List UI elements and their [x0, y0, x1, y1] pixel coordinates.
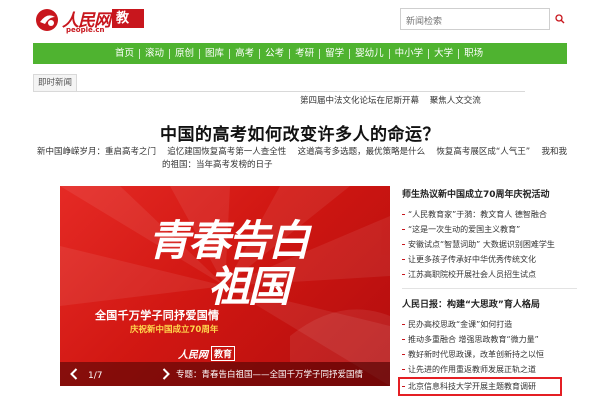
sidebar-divider — [402, 288, 577, 289]
news-ticker: 第四届中法文化论坛在尼斯开幕 聚焦人文交流 — [300, 93, 525, 109]
hero-banner[interactable]: 青春告白 祖国 全国千万学子同抒爱国情 庆祝新中国成立70周年 人民网 教育 1… — [60, 186, 390, 386]
search-icon — [555, 14, 565, 24]
related-link[interactable]: 这道高考多选题，最优策略是什么 — [298, 146, 426, 159]
list-item[interactable]: 江苏高职院校开展社会人员招生试点 — [402, 267, 577, 282]
banner-caption[interactable]: 专题：青春告白祖国——全国千万学子同抒爱国情 — [176, 368, 363, 380]
list-item[interactable]: 教好新时代思政课，改革创新持之以恒 — [402, 347, 577, 362]
nav-item-k12[interactable]: 中小学 — [390, 43, 429, 64]
chevron-right-icon — [162, 368, 170, 380]
nav-item-civil-exam[interactable]: 公考 — [260, 43, 289, 64]
related-link[interactable]: 的祖国：当年高考发榜的日子 — [162, 160, 273, 170]
sidebar-section-title[interactable]: 师生热议新中国成立70周年庆祝活动 — [402, 188, 577, 202]
related-links: 新中国峥嵘岁月：重启高考之门 追忆建国恢复高考第一人查全性 这道高考多选题，最优… — [37, 146, 567, 172]
main-headline[interactable]: 中国的高考如何改变许多人的命运？ — [0, 120, 600, 145]
nav-item-rolling[interactable]: 滚动 — [140, 43, 169, 64]
banner-logo: 人民网 教育 — [178, 346, 236, 361]
related-link[interactable]: 恢复高考展区成“人气王” — [436, 146, 530, 159]
ticker-label: 即时新闻 — [33, 74, 77, 92]
ticker-item[interactable]: 第四届中法文化论坛在尼斯开幕 — [300, 96, 427, 106]
site-logo[interactable]: 人民网 people.cn 教育 — [34, 6, 144, 45]
nav-item-university[interactable]: 大学 — [429, 43, 458, 64]
nav-item-home[interactable]: 首页 — [110, 43, 139, 64]
related-link[interactable]: 新中国峥嵘岁月：重启高考之门 — [37, 146, 156, 159]
ticker-divider — [33, 91, 525, 92]
carousel-total: 7 — [96, 371, 103, 381]
banner-logo-text: 人民网 — [178, 350, 208, 361]
nav-item-gaokao[interactable]: 高考 — [230, 43, 259, 64]
list-item[interactable]: 安徽试点“智慧词助” 大数据识别困难学生 — [402, 237, 577, 252]
list-item[interactable]: 推动多重融合 增强思政教育“微力量” — [402, 332, 577, 347]
channel-badge[interactable]: 教育 — [112, 9, 144, 45]
nav-item-study-abroad[interactable]: 留学 — [320, 43, 349, 64]
banner-title-line2: 祖国 — [208, 262, 290, 311]
list-item[interactable]: 民办高校思政“金课”如何打造 — [402, 317, 577, 332]
logo-url: people.cn — [66, 26, 105, 34]
nav-item-postgrad[interactable]: 考研 — [290, 43, 319, 64]
sidebar-list: 民办高校思政“金课”如何打造 推动多重融合 增强思政教育“微力量” 教好新时代思… — [398, 317, 577, 396]
nav-item-career[interactable]: 职场 — [459, 43, 488, 64]
banner-subtitle-secondary: 庆祝新中国成立70周年 — [130, 325, 219, 335]
sidebar-section-celebration: 师生热议新中国成立70周年庆祝活动 “人民教育家”于漪：教文育人 德智融合 “这… — [402, 188, 577, 282]
list-item[interactable]: “这是一次生动的爱国主义教育” — [402, 222, 577, 237]
banner-title: 青春告白 祖国 — [148, 216, 310, 311]
chevron-left-icon — [70, 368, 78, 380]
nav-item-gallery[interactable]: 图库 — [200, 43, 229, 64]
nav-item-original[interactable]: 原创 — [170, 43, 199, 64]
nav-item-infant[interactable]: 婴幼儿 — [350, 43, 389, 64]
main-nav: 首页 滚动 原创 图库 高考 公考 考研 留学 婴幼儿 中小学 大学 职场 — [33, 43, 567, 64]
search-input[interactable] — [401, 12, 549, 32]
list-item[interactable]: 让先进的作用重返教师发展正轨之道 — [402, 362, 577, 377]
site-header: 人民网 people.cn 教育 — [0, 0, 600, 45]
carousel-current: 1 — [88, 371, 94, 381]
logo-mark-icon — [36, 9, 58, 31]
search-box — [400, 8, 550, 32]
search-button[interactable] — [553, 8, 567, 30]
related-link[interactable]: 追忆建国恢复高考第一人查全性 — [167, 146, 286, 159]
banner-title-line1: 青春告白 — [148, 216, 310, 265]
carousel-next-button[interactable] — [158, 366, 174, 382]
list-item[interactable]: “人民教育家”于漪：教文育人 德智融合 — [402, 207, 577, 222]
banner-logo-channel: 教育 — [211, 346, 236, 361]
carousel-counter: 1/7 — [88, 371, 103, 381]
sidebar-list: “人民教育家”于漪：教文育人 德智融合 “这是一次生动的爱国主义教育” 安徽试点… — [402, 207, 577, 282]
banner-subtitle: 全国千万学子同抒爱国情 — [95, 309, 220, 322]
ticker-item[interactable]: 聚焦人文交流 — [430, 96, 489, 106]
list-item[interactable]: 让更多孩子传承好中华优秀传统文化 — [402, 252, 577, 267]
highlighted-list-item[interactable]: 北京信息科技大学开展主题教育调研 — [398, 377, 562, 396]
carousel-prev-button[interactable] — [66, 366, 82, 382]
related-link[interactable]: 我和我 — [541, 146, 567, 159]
sidebar-section-title[interactable]: 人民日报：构建“大思政”育人格局 — [402, 298, 577, 312]
sidebar-section-ideology: 人民日报：构建“大思政”育人格局 民办高校思政“金课”如何打造 推动多重融合 增… — [398, 298, 577, 396]
